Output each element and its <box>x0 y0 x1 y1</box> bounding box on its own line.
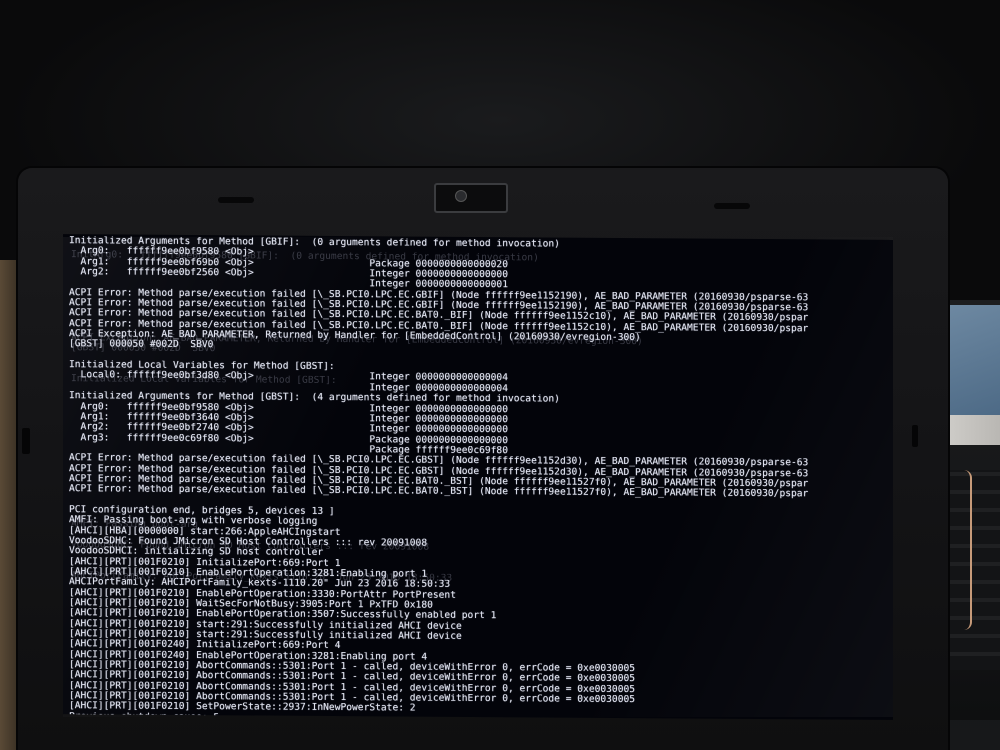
webcam-housing <box>434 183 508 213</box>
lid-latch-right <box>714 203 750 209</box>
lid-latch-left <box>218 197 254 203</box>
webcam-lens-icon <box>455 190 467 202</box>
verbose-boot-log: Initialized Arguments for Method [GBIF]:… <box>69 236 893 720</box>
bezel-bumper-left <box>22 428 30 454</box>
photo-scene: InitArg0: ffffff9ee0bf9580 [GBIF]: (0 ar… <box>0 0 1000 750</box>
charging-cable <box>964 470 972 630</box>
laptop-screen: InitArg0: ffffff9ee0bf9580 [GBIF]: (0 ar… <box>63 234 893 720</box>
bezel-bumper-right <box>912 425 918 447</box>
